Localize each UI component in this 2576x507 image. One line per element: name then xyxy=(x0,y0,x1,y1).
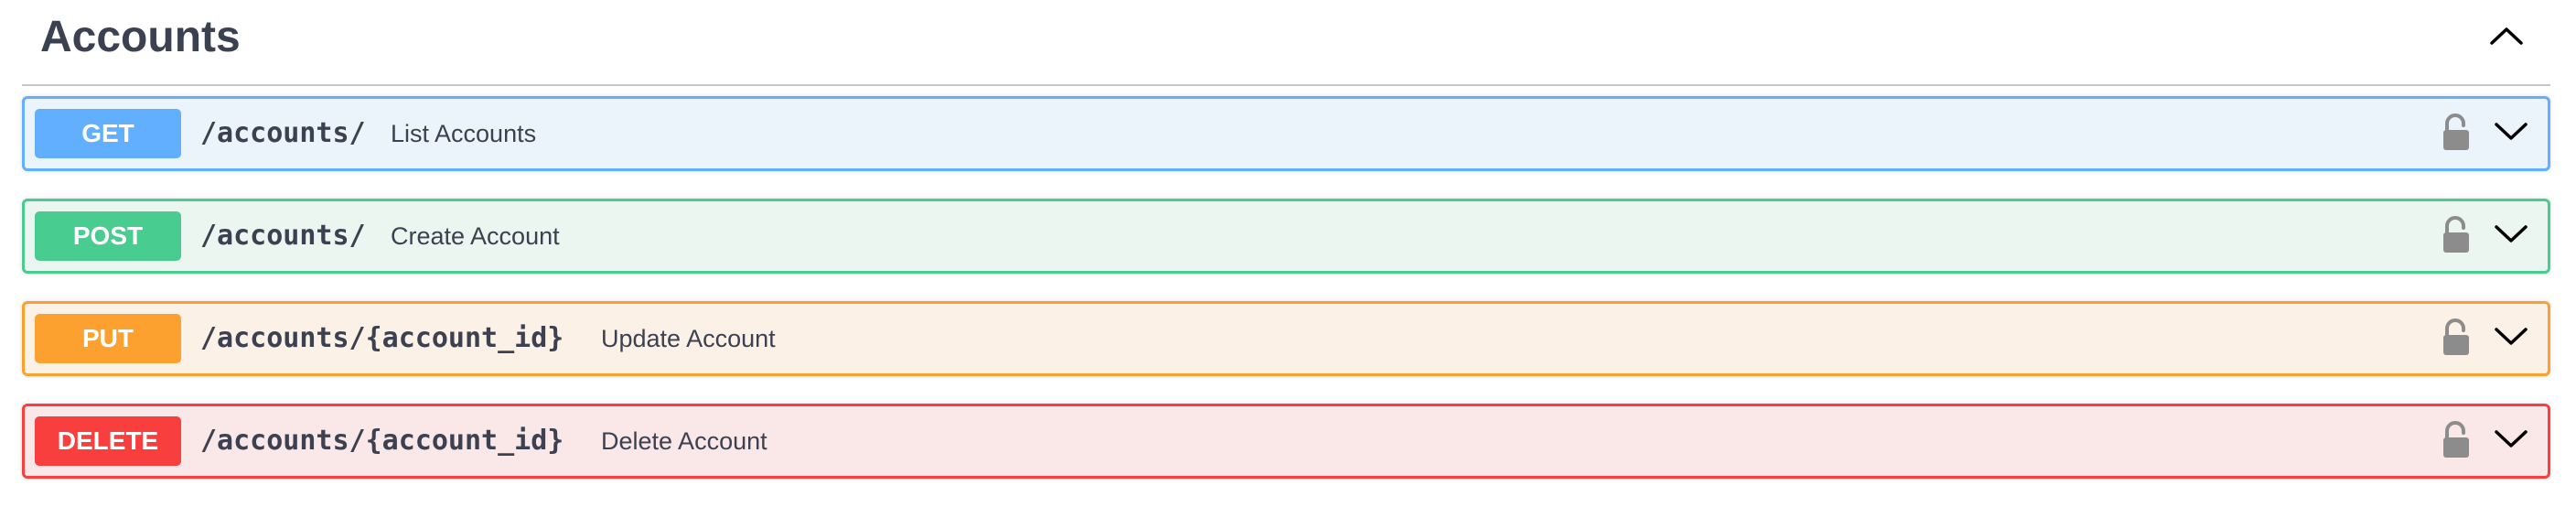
chevron-down-icon xyxy=(2495,225,2528,243)
section-header[interactable]: Accounts xyxy=(22,0,2550,86)
chevron-down-icon xyxy=(2495,328,2528,345)
operation-path[interactable]: /accounts/ xyxy=(200,109,366,158)
lock-icon xyxy=(2443,318,2469,355)
method-badge-put: PUT xyxy=(35,314,181,363)
expand-operation-button[interactable] xyxy=(2491,113,2531,150)
expand-operation-button[interactable] xyxy=(2491,318,2531,355)
operations-section: Accounts GET /accounts/ List Accounts PO… xyxy=(0,0,2576,507)
operation-path[interactable]: /accounts/{account_id} xyxy=(200,314,564,363)
section-title[interactable]: Accounts xyxy=(40,9,241,66)
operation-summary: List Accounts xyxy=(391,120,537,147)
chevron-down-icon xyxy=(2495,123,2528,140)
chevron-down-icon xyxy=(2495,430,2528,448)
operation-summary: Create Account xyxy=(391,222,560,250)
operation-path[interactable]: /accounts/{account_id} xyxy=(200,416,564,466)
lock-icon xyxy=(2443,216,2469,253)
method-badge-post: POST xyxy=(35,211,181,261)
expand-operation-button[interactable] xyxy=(2491,421,2531,458)
collapse-section-button[interactable] xyxy=(2479,13,2534,59)
operation-summary: Update Account xyxy=(601,325,776,352)
lock-icon xyxy=(2443,421,2469,458)
operation-summary: Delete Account xyxy=(601,427,767,455)
operation-path[interactable]: /accounts/ xyxy=(200,211,366,261)
authorize-lock-button[interactable] xyxy=(2440,419,2473,461)
authorize-lock-button[interactable] xyxy=(2440,317,2473,359)
operation-delete-account[interactable]: DELETE /accounts/{account_id} Delete Acc… xyxy=(22,404,2550,479)
method-badge-get: GET xyxy=(35,109,181,158)
authorize-lock-button[interactable] xyxy=(2440,214,2473,256)
method-badge-delete: DELETE xyxy=(35,416,181,466)
operation-post-accounts[interactable]: POST /accounts/ Create Account xyxy=(22,199,2550,274)
expand-operation-button[interactable] xyxy=(2491,216,2531,253)
chevron-up-icon xyxy=(2490,27,2523,45)
operation-get-accounts[interactable]: GET /accounts/ List Accounts xyxy=(22,96,2550,171)
authorize-lock-button[interactable] xyxy=(2440,112,2473,154)
operation-put-account[interactable]: PUT /accounts/{account_id} Update Accoun… xyxy=(22,301,2550,376)
lock-icon xyxy=(2443,113,2469,150)
